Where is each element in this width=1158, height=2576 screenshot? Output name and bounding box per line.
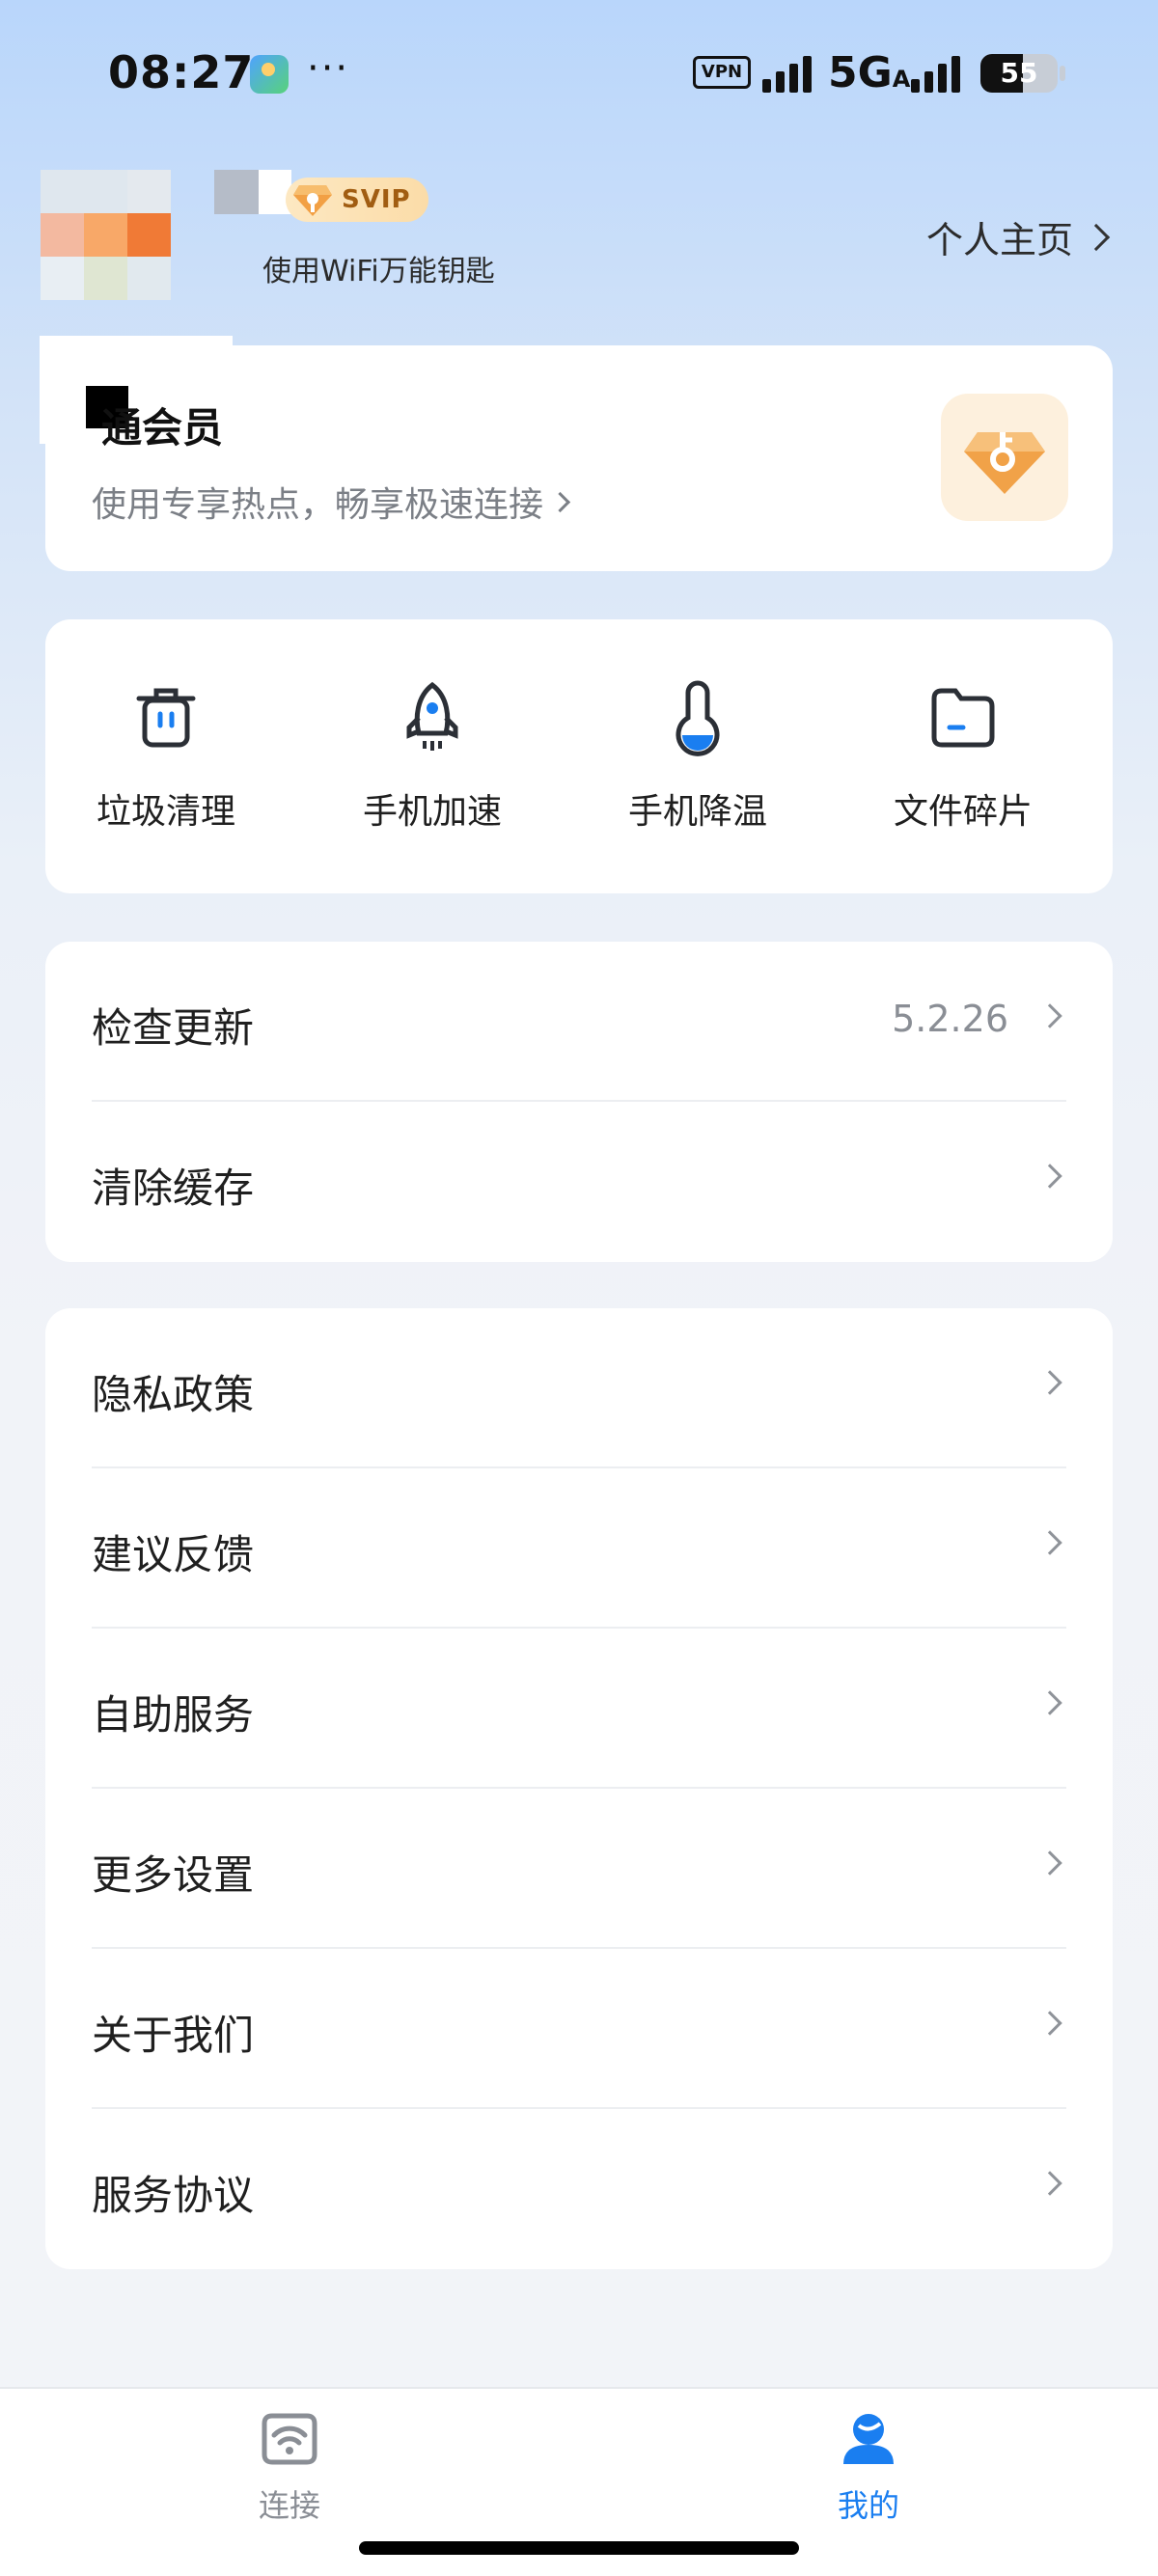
tool-trash-cleanup[interactable]: 垃圾清理	[50, 679, 282, 834]
more-settings-row[interactable]: 更多设置	[45, 1789, 1113, 1949]
row-label: 建议反馈	[92, 1531, 255, 1578]
rocket-icon	[406, 681, 458, 751]
signal-icon	[762, 56, 814, 93]
svip-label: SVIP	[342, 185, 411, 214]
username-redacted	[214, 170, 291, 214]
chevron-right-icon	[1037, 1850, 1062, 1876]
vip-card-subtitle[interactable]: 使用专享热点，畅享极速连接	[92, 477, 571, 527]
status-bar: 08:27 ··· VPN 5GA 55	[0, 0, 1158, 145]
nav-connect[interactable]: 连接	[193, 2408, 386, 2526]
service-agreement-row[interactable]: 服务协议	[45, 2109, 1113, 2269]
wifi-icon	[262, 2413, 317, 2465]
chevron-right-icon	[1037, 1164, 1062, 1189]
tool-label: 手机加速	[362, 792, 502, 832]
personal-homepage-link[interactable]: 个人主页	[925, 210, 1111, 263]
tool-file-fragments[interactable]: 文件碎片	[847, 679, 1079, 834]
chevron-right-icon	[1037, 1690, 1062, 1715]
feedback-row[interactable]: 建议反馈	[45, 1468, 1113, 1629]
row-label: 检查更新	[92, 1004, 255, 1052]
thermometer-icon	[676, 680, 720, 756]
nav-label: 连接	[258, 2487, 320, 2524]
home-indicator[interactable]	[359, 2541, 799, 2555]
vip-card-subtitle-text: 使用专享热点，畅享极速连接	[92, 485, 544, 525]
folder-icon	[931, 688, 995, 748]
avatar[interactable]	[41, 170, 172, 301]
battery-tip	[1060, 66, 1065, 81]
tool-label: 文件碎片	[893, 792, 1033, 832]
battery-level: 55	[1000, 57, 1038, 89]
tool-label: 手机降温	[627, 792, 767, 832]
tools-card: 垃圾清理 手机加速 手机降温 文件碎片	[45, 619, 1113, 893]
vpn-icon: VPN	[693, 56, 751, 89]
trash-icon	[136, 688, 196, 748]
chevron-right-icon	[1037, 1370, 1062, 1395]
tool-label: 垃圾清理	[96, 792, 235, 832]
row-label: 隐私政策	[92, 1371, 255, 1418]
self-service-row[interactable]: 自助服务	[45, 1629, 1113, 1789]
privacy-policy-row[interactable]: 隐私政策	[45, 1308, 1113, 1468]
chevron-right-icon	[1037, 2011, 1062, 2036]
chevron-right-icon	[1037, 1003, 1062, 1028]
about-us-row[interactable]: 关于我们	[45, 1949, 1113, 2109]
vip-diamond-icon	[941, 394, 1068, 521]
chevron-right-icon	[1037, 1530, 1062, 1555]
profile-icon	[843, 2414, 894, 2464]
app-version: 5.2.26	[892, 998, 1008, 1040]
vip-card-title: 通会员	[101, 404, 224, 452]
row-label: 服务协议	[92, 2172, 255, 2219]
chevron-right-icon	[549, 491, 571, 512]
nav-label: 我的	[837, 2487, 899, 2524]
signal-icon-2	[911, 56, 963, 93]
row-label: 清除缓存	[92, 1165, 255, 1212]
more-notifications-icon: ···	[307, 46, 350, 91]
tool-phone-cooling[interactable]: 手机降温	[582, 679, 813, 834]
network-type: 5GA	[828, 48, 911, 97]
update-settings-card: 检查更新 5.2.26 清除缓存	[45, 942, 1113, 1262]
check-update-row[interactable]: 检查更新 5.2.26	[45, 942, 1113, 1102]
profile-subtitle: 使用WiFi万能钥匙	[262, 255, 495, 288]
row-label: 更多设置	[92, 1851, 255, 1899]
chevron-right-icon	[1082, 223, 1111, 251]
row-label: 关于我们	[92, 2012, 255, 2059]
nav-mine[interactable]: 我的	[772, 2408, 965, 2526]
chevron-right-icon	[1037, 2171, 1062, 2196]
gallery-app-icon	[250, 55, 289, 94]
battery-icon: 55	[980, 54, 1058, 93]
clear-cache-row[interactable]: 清除缓存	[45, 1102, 1113, 1262]
row-label: 自助服务	[92, 1691, 255, 1739]
vip-key-icon	[293, 185, 332, 216]
menu-card: 隐私政策 建议反馈 自助服务 更多设置 关于我们 服务协议	[45, 1308, 1113, 2269]
vip-membership-card[interactable]: 通会员 使用专享热点，畅享极速连接	[40, 336, 1113, 571]
personal-homepage-label: 个人主页	[925, 219, 1073, 261]
tool-phone-speedup[interactable]: 手机加速	[317, 679, 548, 834]
status-time: 08:27	[108, 46, 255, 98]
svip-badge[interactable]: SVIP	[286, 178, 428, 222]
